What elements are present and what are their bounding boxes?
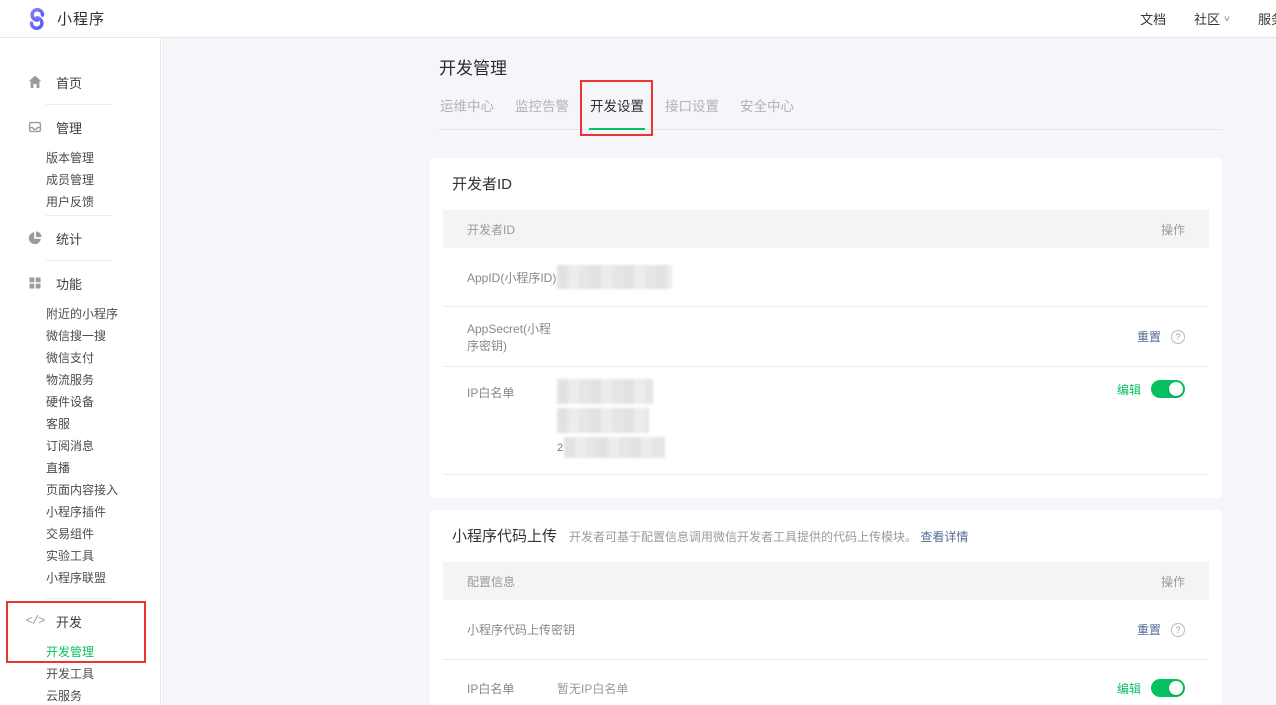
- column-header-action: 操作: [1161, 573, 1185, 590]
- sidebar-item-manage[interactable]: 管理: [0, 107, 160, 147]
- tab-dev-settings[interactable]: 开发设置: [589, 88, 645, 130]
- page-title: 开发管理: [439, 56, 1222, 82]
- column-header-name: 配置信息: [467, 573, 515, 590]
- sidebar-item-version-management[interactable]: 版本管理: [0, 147, 160, 169]
- table-header: 开发者ID 操作: [443, 210, 1209, 248]
- sidebar-item-member-management[interactable]: 成员管理: [0, 169, 160, 191]
- tab-monitor-alert[interactable]: 监控告警: [514, 88, 570, 129]
- sidebar-item-nearby-miniprograms[interactable]: 附近的小程序: [0, 303, 160, 325]
- code-upload-card-title: 小程序代码上传: [452, 525, 557, 548]
- sidebar-item-label: 统计: [56, 229, 82, 248]
- sidebar-item-user-feedback[interactable]: 用户反馈: [0, 191, 160, 213]
- sidebar-item-trade-component[interactable]: 交易组件: [0, 523, 160, 545]
- home-icon: [27, 74, 43, 90]
- main-content: 开发管理 运维中心 监控告警 开发设置 接口设置 安全中心 开发者ID 开发者I…: [162, 38, 1276, 705]
- sidebar-divider: [46, 260, 112, 261]
- column-header-action: 操作: [1161, 221, 1185, 238]
- sidebar-item-dev[interactable]: </> 开发: [0, 601, 160, 641]
- sidebar-divider: [46, 598, 112, 599]
- sidebar-item-home[interactable]: 首页: [0, 62, 160, 102]
- miniprogram-logo-icon: [26, 8, 48, 30]
- help-icon[interactable]: ?: [1171, 330, 1185, 344]
- help-icon[interactable]: ?: [1171, 623, 1185, 637]
- sidebar-item-experiment-tools[interactable]: 实验工具: [0, 545, 160, 567]
- sidebar-item-wechat-pay[interactable]: 微信支付: [0, 347, 160, 369]
- sidebar-item-cloud-service[interactable]: 云服务: [0, 685, 160, 705]
- ip-whitelist-empty-value: 暂无IP白名单: [557, 680, 628, 697]
- table-row-appid: AppID(小程序ID): [443, 248, 1209, 307]
- reset-upload-key-button[interactable]: 重置: [1137, 621, 1161, 638]
- upload-key-label: 小程序代码上传密钥: [467, 621, 575, 638]
- sidebar-item-dev-management[interactable]: 开发管理: [0, 641, 160, 663]
- sidebar-item-miniprogram-union[interactable]: 小程序联盟: [0, 567, 160, 589]
- sidebar-item-live[interactable]: 直播: [0, 457, 160, 479]
- grid-icon: [27, 275, 43, 291]
- sidebar-divider: [46, 104, 112, 105]
- topbar-nav: 文档 社区∨ 服务: [1140, 9, 1276, 28]
- ip-redacted-prefix: 2: [557, 442, 563, 454]
- sidebar-item-label: 首页: [56, 73, 82, 92]
- table-row-ip-whitelist-upload: IP白名单 暂无IP白名单 编辑: [443, 660, 1209, 705]
- redacted-ip-list: 2: [557, 367, 665, 474]
- code-icon: </>: [27, 613, 43, 629]
- redacted-appid-value: [557, 265, 672, 289]
- tab-ops-center[interactable]: 运维中心: [439, 88, 495, 129]
- sidebar-item-miniprogram-plugin[interactable]: 小程序插件: [0, 501, 160, 523]
- code-upload-card: 小程序代码上传 开发者可基于配置信息调用微信开发者工具提供的代码上传模块。 查看…: [430, 510, 1222, 705]
- sidebar-item-subscribe-message[interactable]: 订阅消息: [0, 435, 160, 457]
- edit-ip-whitelist-button[interactable]: 编辑: [1117, 680, 1141, 697]
- tab-bar: 运维中心 监控告警 开发设置 接口设置 安全中心: [439, 88, 1222, 130]
- sidebar-item-label: 开发: [56, 612, 82, 631]
- miniprogram-logo[interactable]: 小程序: [26, 8, 105, 30]
- sidebar-item-dev-tools[interactable]: 开发工具: [0, 663, 160, 685]
- table-row-ip-whitelist: IP白名单 2 编辑: [443, 367, 1209, 475]
- sidebar-item-wechat-search[interactable]: 微信搜一搜: [0, 325, 160, 347]
- sidebar-item-features[interactable]: 功能: [0, 263, 160, 303]
- tab-label: 开发设置: [590, 99, 644, 114]
- ip-whitelist-label: IP白名单: [467, 367, 557, 401]
- view-details-link[interactable]: 查看详情: [920, 530, 968, 544]
- sidebar: 首页 管理 版本管理 成员管理 用户反馈 统计 功能 附近的小程序 微信搜一搜 …: [0, 38, 161, 705]
- sidebar-item-label: 功能: [56, 274, 82, 293]
- sidebar-item-logistics-service[interactable]: 物流服务: [0, 369, 160, 391]
- code-upload-description: 开发者可基于配置信息调用微信开发者工具提供的代码上传模块。 查看详情: [569, 528, 968, 545]
- sidebar-item-label: 管理: [56, 118, 82, 137]
- reset-appsecret-button[interactable]: 重置: [1137, 328, 1161, 345]
- ip-whitelist-toggle[interactable]: [1151, 380, 1185, 398]
- table-row-appsecret: AppSecret(小程序密钥) 重置 ?: [443, 307, 1209, 367]
- tab-security-center[interactable]: 安全中心: [739, 88, 795, 129]
- ip-whitelist-toggle[interactable]: [1151, 679, 1185, 697]
- sidebar-item-hardware-device[interactable]: 硬件设备: [0, 391, 160, 413]
- topbar: 小程序 文档 社区∨ 服务: [0, 0, 1276, 38]
- tab-api-settings[interactable]: 接口设置: [664, 88, 720, 129]
- sidebar-item-page-content-access[interactable]: 页面内容接入: [0, 479, 160, 501]
- pie-chart-icon: [27, 230, 43, 246]
- edit-ip-whitelist-button[interactable]: 编辑: [1117, 381, 1141, 398]
- developer-id-card-title: 开发者ID: [452, 173, 512, 196]
- inbox-icon: [27, 119, 43, 135]
- sidebar-divider: [46, 215, 112, 216]
- nav-service-link[interactable]: 服务: [1258, 9, 1276, 28]
- nav-docs-link[interactable]: 文档: [1140, 9, 1166, 28]
- appsecret-label: AppSecret(小程序密钥): [467, 320, 557, 354]
- chevron-down-icon: ∨: [1223, 14, 1231, 23]
- sidebar-item-stats[interactable]: 统计: [0, 218, 160, 258]
- ip-whitelist-label: IP白名单: [467, 680, 557, 697]
- brand-title: 小程序: [57, 8, 105, 29]
- sidebar-item-customer-service[interactable]: 客服: [0, 413, 160, 435]
- nav-community-dropdown[interactable]: 社区∨: [1194, 9, 1230, 28]
- table-header: 配置信息 操作: [443, 562, 1209, 600]
- table-row-upload-key: 小程序代码上传密钥 重置 ?: [443, 600, 1209, 660]
- appid-label: AppID(小程序ID): [467, 269, 557, 286]
- developer-id-card: 开发者ID 开发者ID 操作 AppID(小程序ID) AppSecret(小程…: [430, 158, 1222, 498]
- column-header-name: 开发者ID: [467, 221, 515, 238]
